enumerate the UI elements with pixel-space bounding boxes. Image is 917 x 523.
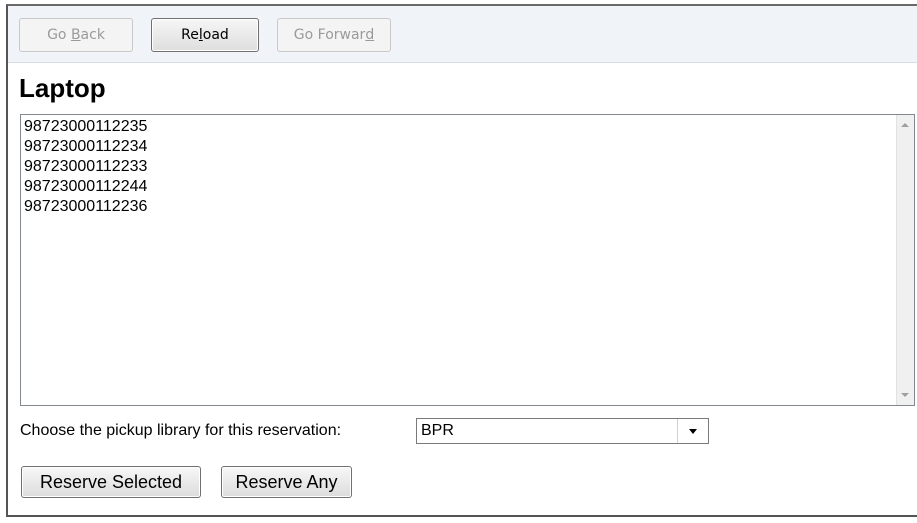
dropdown-button[interactable] (677, 419, 708, 443)
page-title: Laptop (19, 73, 106, 103)
go-forward-button[interactable]: Go Forwar d (277, 18, 391, 52)
list-item[interactable]: 98723000112234 (24, 137, 147, 157)
list-item[interactable]: 98723000112233 (24, 157, 147, 177)
list-item[interactable]: 98723000112244 (24, 177, 147, 197)
browser-frame: Go Back Re l oad Go Forwar d Laptop 9872300… (6, 4, 917, 517)
scroll-down-arrow-icon[interactable] (901, 393, 909, 397)
reload-label-pre: Re (181, 27, 199, 43)
list-item[interactable]: 98723000112235 (24, 117, 147, 137)
reserve-any-button[interactable]: Reserve Any (221, 466, 352, 498)
vertical-scrollbar[interactable] (896, 115, 914, 405)
item-barcode-listbox[interactable]: 98723000112235 98723000112234 9872300011… (20, 114, 915, 406)
pickup-library-label: Choose the pickup library for this reser… (20, 422, 342, 439)
pickup-library-select[interactable]: BPR (416, 418, 709, 444)
go-back-button[interactable]: Go Back (19, 18, 133, 52)
go-back-label-pre: Go (47, 27, 71, 43)
reload-button[interactable]: Re l oad (151, 18, 259, 52)
reload-label-post: oad (202, 27, 229, 43)
go-forward-accesskey: d (365, 27, 375, 43)
pickup-library-value: BPR (421, 422, 454, 439)
navigation-toolbar: Go Back Re l oad Go Forwar d (8, 6, 917, 63)
scroll-up-arrow-icon[interactable] (901, 123, 909, 127)
item-list: 98723000112235 98723000112234 9872300011… (24, 117, 147, 217)
reserve-selected-button[interactable]: Reserve Selected (21, 466, 201, 498)
go-forward-label-pre: Go Forwar (293, 27, 366, 43)
chevron-down-icon (689, 429, 697, 434)
list-item[interactable]: 98723000112236 (24, 197, 147, 217)
go-back-accesskey: B (70, 27, 81, 43)
go-back-label-post: ack (80, 27, 105, 43)
